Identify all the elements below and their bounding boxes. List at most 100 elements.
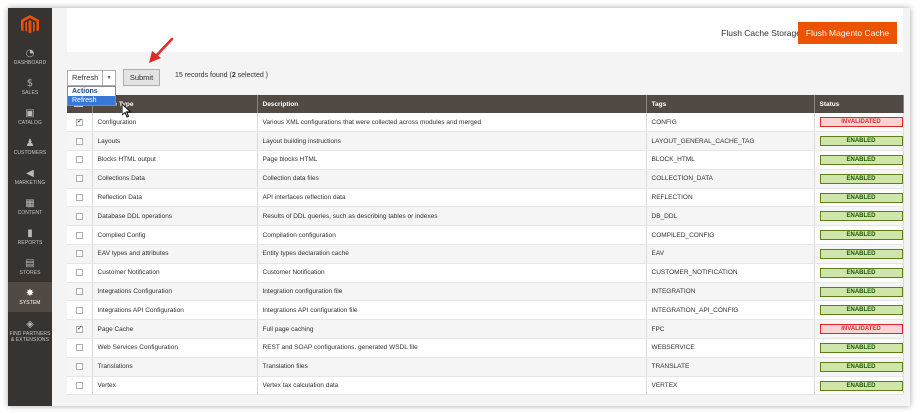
table-row: Page CacheFull page cachingFPC INVALIDATE…	[67, 319, 904, 340]
records-count-prefix: 15 records found (	[175, 72, 232, 79]
flush-cache-storage-button[interactable]: Flush Cache Storage	[713, 22, 809, 44]
dollar-icon: $	[26, 78, 34, 89]
bar-chart-icon: ▮	[27, 228, 33, 239]
row-checkbox[interactable]	[76, 363, 83, 371]
chevron-down-icon: ▼	[102, 71, 115, 85]
status-cell: ENABLED	[814, 282, 904, 302]
row-select-cell	[67, 319, 93, 340]
magento-logo[interactable]	[8, 8, 52, 42]
row-checkbox[interactable]	[76, 175, 83, 183]
tags-cell: COMPILED_CONFIG	[646, 225, 815, 246]
status-cell: ENABLED	[814, 131, 904, 152]
row-checkbox[interactable]	[76, 193, 83, 201]
status-cell: ENABLED	[814, 225, 904, 246]
row-checkbox[interactable]	[76, 269, 83, 277]
extensions-cube-icon: ◈	[26, 319, 34, 330]
description-cell: REST and SOAP configurations, generated …	[257, 338, 647, 358]
status-cell: ENABLED	[814, 188, 904, 208]
row-checkbox[interactable]	[76, 381, 83, 389]
gear-icon: ✸	[25, 288, 35, 299]
status-badge: ENABLED	[819, 267, 902, 278]
sidebar-item-label: CONTENT	[17, 210, 43, 216]
tags-cell: FPC	[646, 319, 815, 340]
dropdown-option-refresh[interactable]: Refresh	[68, 96, 115, 105]
admin-sidebar: ◔ DASHBOARD $ SALES ▣ CATALOG ♟ CUSTOMERS ◀ MARKE…	[8, 8, 52, 406]
mouse-pointer-icon	[122, 104, 132, 118]
row-checkbox[interactable]	[76, 231, 83, 239]
store-icon: ▤	[25, 258, 35, 269]
dropdown-option-actions[interactable]: Actions	[68, 87, 115, 96]
status-cell: INVALIDATED	[814, 113, 904, 133]
table-row: Web Services Configuration REST and SOAP …	[67, 338, 904, 358]
cache-type-cell: Customer Notification	[92, 263, 258, 283]
sidebar-item-catalog[interactable]: ▣ CATALOG	[8, 102, 52, 132]
sidebar-item-content[interactable]: ▦ CONTENT	[8, 192, 52, 222]
row-select-cell	[67, 169, 93, 189]
tags-cell: WEBSERVICE	[646, 338, 815, 358]
sidebar-item-customers[interactable]: ♟ CUSTOMERS	[8, 132, 52, 162]
column-header-tags[interactable]: Tags	[646, 95, 815, 113]
flush-magento-cache-button[interactable]: Flush Magento Cache	[798, 22, 897, 44]
magento-logo-icon	[21, 15, 39, 34]
row-checkbox[interactable]	[76, 250, 83, 258]
table-row: ConfigurationVarious XML configurations …	[67, 113, 904, 133]
sidebar-item-stores[interactable]: ▤ STORES	[8, 252, 52, 282]
content-grid-icon: ▦	[25, 198, 35, 209]
column-header-cache-type[interactable]: Cache Type	[92, 95, 258, 113]
row-checkbox[interactable]	[76, 137, 83, 145]
status-cell: ENABLED	[814, 206, 904, 227]
column-header-status[interactable]: Status	[814, 95, 904, 113]
description-cell: Integrations API configuration file	[257, 300, 647, 321]
row-select-cell	[67, 131, 93, 152]
customer-person-icon: ♟	[25, 138, 35, 149]
table-row: Vertex Vertex tax calculation data VERTEX E…	[67, 376, 904, 396]
cache-type-cell: EAV types and attributes	[92, 244, 258, 264]
row-checkbox[interactable]	[76, 306, 83, 314]
mass-action-selected-value: Refresh	[72, 73, 99, 82]
status-cell: INVALIDATED	[814, 319, 904, 340]
description-cell: Integration configuration file	[257, 282, 647, 302]
sidebar-item-label: CUSTOMERS	[13, 150, 47, 156]
status-badge: ENABLED	[819, 248, 902, 259]
table-row: Blocks HTML output Page blocks HTML BLOCK_…	[67, 150, 904, 170]
sidebar-item-label: FIND PARTNERS & EXTENSIONS	[9, 331, 51, 343]
sidebar-item-find-partners-extensions[interactable]: ◈ FIND PARTNERS & EXTENSIONS	[8, 312, 52, 350]
row-checkbox[interactable]	[76, 287, 83, 295]
row-select-cell	[67, 113, 93, 133]
description-cell: Translation files	[257, 357, 647, 377]
tags-cell: DB_DDL	[646, 206, 815, 227]
sidebar-item-dashboard[interactable]: ◔ DASHBOARD	[8, 42, 52, 72]
row-checkbox[interactable]	[76, 344, 83, 352]
sidebar-item-sales[interactable]: $ SALES	[8, 72, 52, 102]
sidebar-item-system[interactable]: ✸ SYSTEM	[8, 282, 52, 312]
table-row: Reflection Data API interfaces reflection…	[67, 188, 904, 208]
records-found-text: 15 records found (2 selected )	[175, 72, 268, 79]
status-badge: INVALIDATED	[819, 324, 902, 335]
submit-button[interactable]: Submit	[123, 69, 160, 86]
row-checkbox[interactable]	[76, 156, 83, 164]
sidebar-item-label: CATALOG	[18, 120, 42, 126]
sidebar-item-reports[interactable]: ▮ REPORTS	[8, 222, 52, 252]
cache-type-cell: Configuration	[92, 113, 258, 133]
status-badge: ENABLED	[819, 286, 902, 297]
row-checkbox[interactable]	[76, 212, 83, 220]
table-row: EAV types and attributes Entity types dec…	[67, 244, 904, 264]
column-header-description[interactable]: Description	[257, 95, 647, 113]
cache-type-cell: Blocks HTML output	[92, 150, 258, 170]
table-row: Compiled Config Compilation configuration…	[67, 225, 904, 246]
row-checkbox[interactable]	[76, 324, 83, 333]
main-content: Flush Cache Storage Flush Magento Cache …	[52, 8, 910, 406]
status-cell: ENABLED	[814, 338, 904, 358]
status-cell: ENABLED	[814, 376, 904, 396]
table-row: Translations Translation files TRANSLATE EN…	[67, 357, 904, 377]
cache-grid: Cache Type Description Tags Status Confi…	[67, 95, 904, 396]
annotation-arrow-icon	[149, 37, 174, 63]
mass-action-dropdown: Actions Refresh	[67, 86, 116, 106]
sidebar-item-marketing[interactable]: ◀ MARKETING	[8, 162, 52, 192]
table-row: Database DDL operations Results of DDL qu…	[67, 206, 904, 227]
cache-type-cell: Web Services Configuration	[92, 338, 258, 358]
row-checkbox[interactable]	[76, 117, 83, 126]
mass-action-select[interactable]: Refresh ▼	[67, 70, 116, 86]
sidebar-item-label: REPORTS	[17, 240, 43, 246]
cache-type-cell: Integrations Configuration	[92, 282, 258, 302]
